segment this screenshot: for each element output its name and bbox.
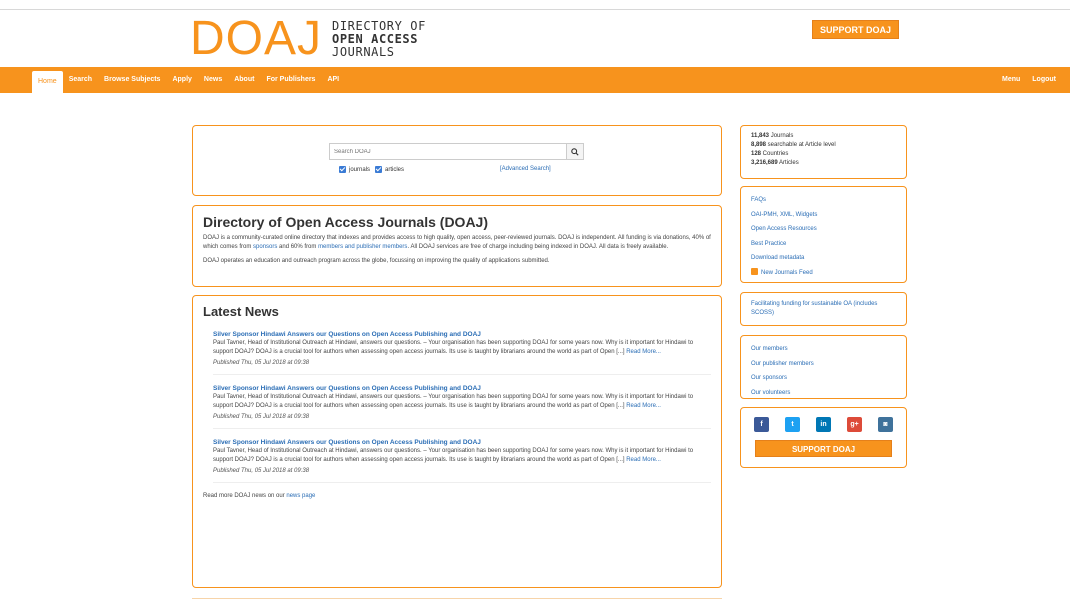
nav-api[interactable]: API: [321, 67, 345, 93]
facebook-icon[interactable]: f: [754, 417, 769, 432]
nav-right: Menu Logout: [996, 67, 1070, 93]
support-doaj-sidebar-button[interactable]: SUPPORT DOAJ: [755, 440, 892, 457]
articles-checkbox[interactable]: [375, 166, 383, 173]
search-box: [329, 143, 584, 160]
news-panel: Latest News Silver Sponsor Hindawi Answe…: [192, 295, 722, 588]
volunteers-link[interactable]: Our volunteers: [751, 386, 896, 401]
doaj-logo[interactable]: DOAJ DIRECTORY OF OPEN ACCESS JOURNALS: [190, 12, 426, 65]
news-footer: Read more DOAJ news on our news page: [203, 493, 711, 499]
news-headline-link[interactable]: Silver Sponsor Hindawi Answers our Quest…: [213, 385, 711, 392]
linkedin-icon[interactable]: in: [816, 417, 831, 432]
news-excerpt: Paul Tavner, Head of Institutional Outre…: [213, 393, 711, 411]
stat-value: 128: [751, 151, 762, 157]
news-excerpt: Paul Tavner, Head of Institutional Outre…: [213, 447, 711, 465]
news-item: Silver Sponsor Hindawi Answers our Quest…: [213, 439, 711, 483]
search-input[interactable]: [330, 144, 566, 159]
intro-text-b: and 60% from: [277, 244, 319, 250]
news-excerpt-text: Paul Tavner, Head of Institutional Outre…: [213, 340, 694, 355]
news-heading: Latest News: [203, 304, 279, 319]
news-item: Silver Sponsor Hindawi Answers our Quest…: [213, 385, 711, 429]
top-divider: [0, 9, 1070, 10]
our-members-link[interactable]: Our members: [751, 342, 896, 357]
feed-label: New Journals Feed: [761, 269, 813, 276]
stat-articles: 3,216,689 Articles: [751, 159, 896, 168]
search-icon: [571, 147, 579, 156]
stat-value: 11,843: [751, 133, 770, 139]
oai-pmh-link[interactable]: OAI-PMH, XML, Widgets: [751, 208, 896, 223]
rss-icon: [751, 268, 758, 276]
news-excerpt-text: Paul Tavner, Head of Institutional Outre…: [213, 448, 694, 463]
nav-about[interactable]: About: [228, 67, 260, 93]
twitter-icon[interactable]: t: [785, 417, 800, 432]
intro-paragraph-1: DOAJ is a community-curated online direc…: [203, 234, 711, 252]
stat-label: Countries: [761, 151, 789, 157]
funding-link[interactable]: Facilitating funding for sustainable OA …: [751, 300, 896, 318]
funding-panel: Facilitating funding for sustainable OA …: [740, 292, 907, 326]
read-more-link[interactable]: Read More...: [626, 403, 661, 409]
stat-countries: 128 Countries: [751, 150, 896, 159]
search-scope: journals articles: [339, 166, 409, 173]
nav-browse-subjects[interactable]: Browse Subjects: [98, 67, 166, 93]
main-navbar: Home Search Browse Subjects Apply News A…: [0, 67, 1070, 93]
stats-panel: 11,843 Journals 8,898 searchable at Arti…: [740, 125, 907, 179]
journals-checkbox[interactable]: [339, 166, 346, 173]
intro-paragraph-2: DOAJ operates an education and outreach …: [203, 258, 550, 264]
new-journals-feed-link[interactable]: New Journals Feed: [751, 266, 896, 281]
page-title: Directory of Open Access Journals (DOAJ): [203, 214, 489, 230]
stat-label: Journals: [769, 133, 794, 139]
news-date: Published Thu, 05 Jul 2018 at 09:38: [213, 414, 310, 420]
intro-panel: Directory of Open Access Journals (DOAJ)…: [192, 205, 722, 287]
logo-line-3: JOURNALS: [332, 45, 395, 59]
members-panel: Our members Our publisher members Our sp…: [740, 335, 907, 399]
support-doaj-button[interactable]: SUPPORT DOAJ: [812, 20, 899, 39]
social-icons: f t in g+ ◙: [751, 417, 896, 432]
news-excerpt: Paul Tavner, Head of Institutional Outre…: [213, 339, 711, 357]
news-date: Published Thu, 05 Jul 2018 at 09:38: [213, 360, 310, 366]
nav-search[interactable]: Search: [63, 67, 98, 93]
publisher-members-link[interactable]: Our publisher members: [751, 357, 896, 372]
articles-label: articles: [385, 166, 405, 173]
instagram-icon[interactable]: ◙: [878, 417, 893, 432]
search-panel: journals articles [Advanced Search]: [192, 125, 722, 196]
news-excerpt-text: Paul Tavner, Head of Institutional Outre…: [213, 394, 694, 409]
intro-text-c: . All DOAJ services are free of charge i…: [407, 244, 669, 250]
nav-for-publishers[interactable]: For Publishers: [260, 67, 321, 93]
nav-logout[interactable]: Logout: [1026, 67, 1062, 93]
logo-text: DIRECTORY OF OPEN ACCESS JOURNALS: [332, 20, 426, 59]
nav-news[interactable]: News: [198, 67, 228, 93]
news-item: Silver Sponsor Hindawi Answers our Quest…: [213, 331, 711, 375]
nav-menu[interactable]: Menu: [996, 67, 1026, 93]
news-headline-link[interactable]: Silver Sponsor Hindawi Answers our Quest…: [213, 331, 711, 338]
resources-panel: FAQs OAI-PMH, XML, Widgets Open Access R…: [740, 186, 907, 283]
news-date: Published Thu, 05 Jul 2018 at 09:38: [213, 468, 310, 474]
nav-apply[interactable]: Apply: [166, 67, 197, 93]
stat-value: 3,216,689: [751, 160, 778, 166]
stat-label: Articles: [777, 160, 799, 166]
sponsors-sidebar-link[interactable]: Our sponsors: [751, 371, 896, 386]
stat-value: 8,898: [751, 142, 767, 148]
read-more-link[interactable]: Read More...: [626, 457, 661, 463]
news-page-link[interactable]: news page: [286, 493, 315, 499]
search-button[interactable]: [566, 144, 583, 159]
stat-journals: 11,843 Journals: [751, 132, 896, 141]
best-practice-link[interactable]: Best Practice: [751, 237, 896, 252]
sponsors-link[interactable]: sponsors: [253, 244, 277, 250]
download-metadata-link[interactable]: Download metadata: [751, 251, 896, 266]
googleplus-icon[interactable]: g+: [847, 417, 862, 432]
journals-label: journals: [349, 166, 371, 173]
nav-home[interactable]: Home: [32, 71, 63, 93]
stat-searchable: 8,898 searchable at Article level: [751, 141, 896, 150]
news-headline-link[interactable]: Silver Sponsor Hindawi Answers our Quest…: [213, 439, 711, 446]
stat-label: searchable at Article level: [766, 142, 836, 148]
read-more-link[interactable]: Read More...: [626, 349, 661, 355]
faqs-link[interactable]: FAQs: [751, 193, 896, 208]
members-link[interactable]: members and publisher members: [318, 244, 407, 250]
logo-mark: DOAJ: [190, 12, 323, 65]
advanced-search-link[interactable]: [Advanced Search]: [500, 166, 551, 172]
social-panel: f t in g+ ◙ SUPPORT DOAJ: [740, 407, 907, 468]
news-footer-text: Read more DOAJ news on our: [203, 493, 287, 499]
bottom-divider: [192, 598, 722, 599]
oa-resources-link[interactable]: Open Access Resources: [751, 222, 896, 237]
